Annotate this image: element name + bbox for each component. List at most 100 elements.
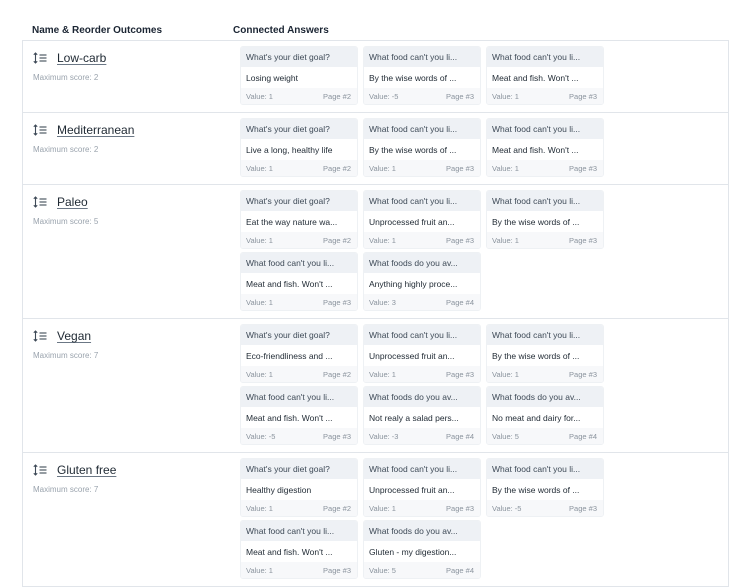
answer-value: Value: 1 bbox=[369, 163, 396, 173]
answer-page: Page #4 bbox=[446, 565, 474, 575]
answer-page: Page #3 bbox=[446, 369, 474, 379]
answer-card[interactable]: What food can't you li... Meat and fish. … bbox=[486, 46, 604, 105]
reorder-icon[interactable] bbox=[33, 330, 47, 342]
answer-question: What food can't you li... bbox=[487, 191, 603, 211]
answer-question: What's your diet goal? bbox=[241, 47, 357, 67]
answer-card[interactable]: What food can't you li... By the wise wor… bbox=[486, 190, 604, 249]
answer-question: What food can't you li... bbox=[364, 191, 480, 211]
answer-meta: Value: 1 Page #3 bbox=[487, 232, 603, 248]
outcome-cell: Gluten free Maximum score: 7 bbox=[23, 453, 237, 586]
outcome-head: Mediterranean bbox=[33, 121, 237, 139]
answer-meta: Value: 5 Page #4 bbox=[364, 562, 480, 578]
answer-page: Page #3 bbox=[569, 91, 597, 101]
reorder-icon[interactable] bbox=[33, 52, 47, 64]
answer-question: What food can't you li... bbox=[364, 47, 480, 67]
answer-value: Value: 1 bbox=[246, 163, 273, 173]
answer-card[interactable]: What foods do you av... Gluten - my diges… bbox=[363, 520, 481, 579]
answer-question: What's your diet goal? bbox=[241, 119, 357, 139]
outcome-row: Mediterranean Maximum score: 2 What's your… bbox=[23, 113, 728, 185]
answer-value: Value: 1 bbox=[369, 369, 396, 379]
connected-answers: What's your diet goal? Live a long, healt… bbox=[237, 113, 728, 184]
answer-card[interactable]: What's your diet goal? Eco-friendliness a… bbox=[240, 324, 358, 383]
answer-value: Value: 1 bbox=[492, 369, 519, 379]
answer-page: Page #3 bbox=[446, 91, 474, 101]
answer-page: Page #2 bbox=[323, 503, 351, 513]
answer-page: Page #3 bbox=[446, 235, 474, 245]
answer-meta: Value: -3 Page #4 bbox=[364, 428, 480, 444]
outcome-cell: Mediterranean Maximum score: 2 bbox=[23, 113, 237, 184]
answer-meta: Value: 1 Page #3 bbox=[364, 366, 480, 382]
answer-card[interactable]: What foods do you av... Not realy a salad… bbox=[363, 386, 481, 445]
reorder-icon[interactable] bbox=[33, 124, 47, 136]
answer-card[interactable]: What's your diet goal? Losing weight Value… bbox=[240, 46, 358, 105]
answer-text: No meat and dairy for... bbox=[487, 407, 603, 428]
answer-card[interactable]: What food can't you li... Meat and fish. … bbox=[240, 520, 358, 579]
outcome-name-link[interactable]: Vegan bbox=[57, 329, 91, 343]
answer-card[interactable]: What food can't you li... By the wise wor… bbox=[363, 46, 481, 105]
answer-card[interactable]: What's your diet goal? Healthy digestion V… bbox=[240, 458, 358, 517]
answer-value: Value: -5 bbox=[246, 431, 276, 441]
answer-question: What food can't you li... bbox=[364, 459, 480, 479]
answer-question: What foods do you av... bbox=[487, 387, 603, 407]
answer-text: Meat and fish. Won't ... bbox=[487, 139, 603, 160]
outcomes-table: Low-carb Maximum score: 2 What's your diet… bbox=[22, 40, 729, 587]
answer-value: Value: 1 bbox=[492, 91, 519, 101]
outcome-cell: Vegan Maximum score: 7 bbox=[23, 319, 237, 452]
answer-meta: Value: 1 Page #3 bbox=[487, 160, 603, 176]
answer-text: Eat the way nature wa... bbox=[241, 211, 357, 232]
answer-value: Value: -5 bbox=[369, 91, 399, 101]
answer-meta: Value: 3 Page #4 bbox=[364, 294, 480, 310]
answer-value: Value: 1 bbox=[246, 565, 273, 575]
answer-page: Page #2 bbox=[323, 235, 351, 245]
outcome-name-link[interactable]: Gluten free bbox=[57, 463, 116, 477]
reorder-icon[interactable] bbox=[33, 196, 47, 208]
reorder-icon[interactable] bbox=[33, 464, 47, 476]
answer-text: Meat and fish. Won't ... bbox=[241, 273, 357, 294]
answer-card[interactable]: What food can't you li... Unprocessed fru… bbox=[363, 190, 481, 249]
outcome-name-link[interactable]: Low-carb bbox=[57, 51, 106, 65]
answer-card[interactable]: What food can't you li... Meat and fish. … bbox=[240, 386, 358, 445]
answer-card[interactable]: What food can't you li... By the wise wor… bbox=[486, 458, 604, 517]
answer-page: Page #3 bbox=[569, 235, 597, 245]
answer-meta: Value: 1 Page #3 bbox=[364, 500, 480, 516]
max-score-label: Maximum score: 7 bbox=[33, 351, 99, 360]
answer-card[interactable]: What food can't you li... Unprocessed fru… bbox=[363, 458, 481, 517]
answer-card[interactable]: What food can't you li... Unprocessed fru… bbox=[363, 324, 481, 383]
max-score-label: Maximum score: 2 bbox=[33, 73, 99, 82]
outcome-cell: Low-carb Maximum score: 2 bbox=[23, 41, 237, 112]
answer-text: By the wise words of ... bbox=[487, 345, 603, 366]
answer-question: What food can't you li... bbox=[364, 119, 480, 139]
answer-question: What food can't you li... bbox=[241, 521, 357, 541]
answer-card[interactable]: What food can't you li... Meat and fish. … bbox=[486, 118, 604, 177]
answer-card[interactable]: What food can't you li... By the wise wor… bbox=[363, 118, 481, 177]
answer-card[interactable]: What foods do you av... No meat and dairy… bbox=[486, 386, 604, 445]
max-score-label: Maximum score: 7 bbox=[33, 485, 99, 494]
outcome-row: Vegan Maximum score: 7 What's your diet go… bbox=[23, 319, 728, 453]
answer-value: Value: 1 bbox=[246, 297, 273, 307]
answer-page: Page #4 bbox=[446, 431, 474, 441]
answer-page: Page #3 bbox=[446, 503, 474, 513]
answer-card[interactable]: What's your diet goal? Live a long, healt… bbox=[240, 118, 358, 177]
answer-text: By the wise words of ... bbox=[364, 67, 480, 88]
answer-page: Page #3 bbox=[569, 369, 597, 379]
answer-value: Value: 5 bbox=[369, 565, 396, 575]
outcome-row: Gluten free Maximum score: 7 What's your d… bbox=[23, 453, 728, 586]
answer-card[interactable]: What food can't you li... Meat and fish. … bbox=[240, 252, 358, 311]
answer-text: By the wise words of ... bbox=[487, 211, 603, 232]
answer-text: Unprocessed fruit an... bbox=[364, 479, 480, 500]
column-header-outcomes: Name & Reorder Outcomes bbox=[32, 25, 163, 36]
answer-card[interactable]: What food can't you li... By the wise wor… bbox=[486, 324, 604, 383]
answer-value: Value: -3 bbox=[369, 431, 399, 441]
answer-page: Page #3 bbox=[569, 503, 597, 513]
outcome-row: Low-carb Maximum score: 2 What's your diet… bbox=[23, 41, 728, 113]
outcome-name-link[interactable]: Mediterranean bbox=[57, 123, 134, 137]
outcome-name-link[interactable]: Paleo bbox=[57, 195, 88, 209]
answer-question: What food can't you li... bbox=[364, 325, 480, 345]
answer-question: What foods do you av... bbox=[364, 521, 480, 541]
outcome-head: Vegan bbox=[33, 327, 237, 345]
answer-question: What food can't you li... bbox=[487, 119, 603, 139]
answer-page: Page #3 bbox=[569, 163, 597, 173]
max-score-label: Maximum score: 5 bbox=[33, 217, 99, 226]
answer-card[interactable]: What foods do you av... Anything highly p… bbox=[363, 252, 481, 311]
answer-card[interactable]: What's your diet goal? Eat the way nature… bbox=[240, 190, 358, 249]
